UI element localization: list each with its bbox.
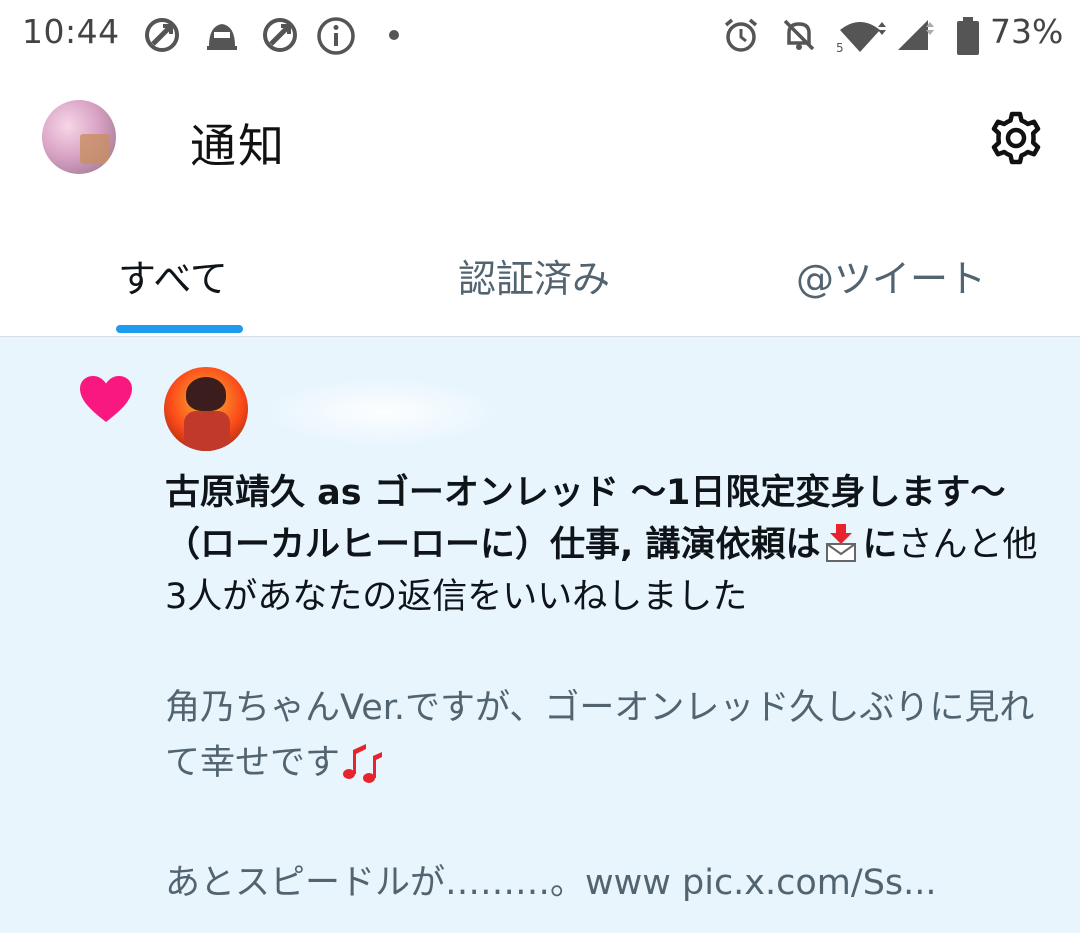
app-header: 通知: [0, 70, 1080, 230]
wifi-icon: 5: [836, 16, 888, 58]
heart-icon: [80, 376, 132, 422]
gear-icon: [991, 111, 1041, 165]
liked-reply-continued: あとスピードルが………。www pic.x.com/Ss...: [165, 863, 937, 903]
page-title: 通知: [190, 119, 286, 173]
tab-verified[interactable]: 認証済み: [458, 248, 610, 303]
battery-icon: [955, 16, 981, 60]
status-bar: 10:44 5 73%: [0, 0, 1080, 70]
info-icon: [316, 16, 356, 60]
actor-name-tail: に: [862, 525, 898, 565]
actor-avatar[interactable]: [164, 367, 248, 451]
dot-icon: [388, 26, 400, 45]
blurred-area: [262, 377, 502, 447]
battery-percentage: 73%: [990, 12, 1064, 51]
liked-reply-text: 角乃ちゃんVer.ですが、ゴーオンレッド久しぶりに見れて幸せです: [165, 681, 1045, 791]
settings-button[interactable]: [988, 110, 1044, 166]
tab-mentions[interactable]: @ツイート: [796, 248, 986, 303]
musical-notes-icon: [340, 740, 384, 784]
mute-icon: [780, 16, 818, 58]
notification-text: 古原靖久 as ゴーオンレッド 〜1日限定変身します〜（ローカルヒーローに）仕事…: [165, 467, 1045, 623]
notification-item[interactable]: 古原靖久 as ゴーオンレッド 〜1日限定変身します〜（ローカルヒーローに）仕事…: [0, 337, 1080, 933]
avatar[interactable]: [42, 100, 116, 174]
active-tab-indicator: [116, 325, 243, 333]
robot-icon: [203, 16, 241, 58]
app-notification-icon: [143, 16, 181, 58]
tab-all[interactable]: すべて: [118, 248, 228, 303]
signal-icon: [896, 16, 938, 58]
incoming-mail-icon: [824, 524, 858, 562]
reply-body: 角乃ちゃんVer.ですが、ゴーオンレッド久しぶりに見れて幸せです: [165, 688, 1035, 783]
notification-tabs: すべて 認証済み @ツイート: [0, 230, 1080, 337]
status-time: 10:44: [22, 12, 120, 51]
app-notification-icon: [261, 16, 299, 58]
alarm-icon: [722, 16, 760, 58]
svg-text:5: 5: [836, 41, 844, 54]
